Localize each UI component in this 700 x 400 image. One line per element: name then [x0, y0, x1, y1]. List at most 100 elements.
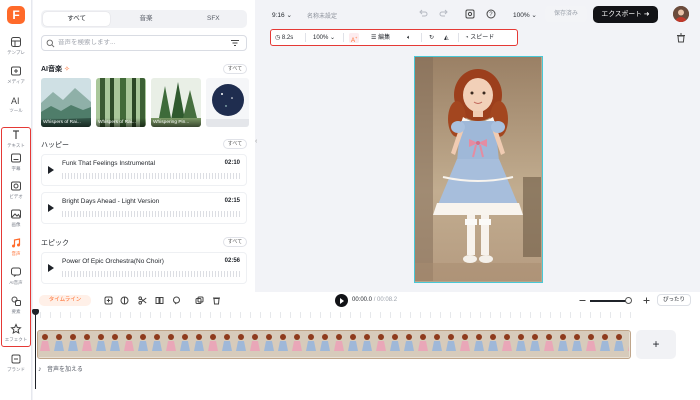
add-clip-button[interactable]: +	[636, 330, 676, 359]
panel-collapse-handle[interactable]: ‹	[255, 138, 261, 152]
audio-panel: すべて 音楽 SFX AI音楽 ✧ すべて Whispers of Rai...…	[33, 0, 255, 292]
tab-sfx[interactable]: SFX	[180, 10, 247, 28]
help-icon[interactable]: ?	[486, 9, 496, 19]
playhead[interactable]	[32, 309, 39, 389]
aspect-ratio-selector[interactable]: 9:16 ⌄	[272, 11, 292, 19]
zoom-selector[interactable]: 100% ⌄	[513, 11, 537, 19]
timeline-zoom-slider[interactable]	[590, 300, 630, 302]
volume-icon[interactable]: 🔈︎	[407, 33, 411, 43]
play-button[interactable]	[335, 294, 348, 307]
track-duration: 02:56	[224, 258, 240, 264]
tab-music[interactable]: 音楽	[112, 10, 179, 28]
ai-music-thumb[interactable]: Whispering Pin...	[151, 78, 201, 127]
app-logo[interactable]: F	[7, 6, 25, 24]
zoom-in-icon[interactable]	[642, 296, 651, 305]
delete-icon[interactable]	[212, 296, 221, 305]
flip-icon[interactable]: ◭	[444, 33, 449, 43]
export-button[interactable]: エクスポート ➜	[593, 6, 658, 23]
redo-icon[interactable]	[439, 9, 449, 19]
video-clip[interactable]	[37, 330, 631, 359]
video-canvas[interactable]	[414, 56, 543, 283]
waveform	[62, 271, 240, 277]
clip-frame	[178, 331, 192, 357]
avatar[interactable]	[673, 6, 689, 22]
add-icon[interactable]	[104, 296, 113, 305]
ai-voice-icon[interactable]	[172, 296, 181, 305]
play-icon[interactable]	[48, 204, 54, 212]
split-icon[interactable]	[120, 296, 129, 305]
track-item[interactable]: Power Of Epic Orchestra(No Choir) 02:56	[41, 252, 247, 284]
time-ruler[interactable]	[40, 312, 640, 318]
rail-item-tools[interactable]: AI ツール	[0, 94, 32, 120]
fit-button[interactable]: ぴったり	[657, 294, 691, 306]
sliders-icon: ☰	[371, 35, 377, 41]
ai-text-icon[interactable]: A+	[349, 33, 360, 44]
tab-all[interactable]: すべて	[43, 12, 111, 26]
clip-frame	[626, 331, 629, 357]
ai-music-thumb[interactable]	[206, 78, 249, 127]
panel-tabs: すべて 音楽 SFX	[41, 10, 247, 28]
track-item[interactable]: Bright Days Ahead - Light Version 02:15	[41, 192, 247, 224]
element-toolbar: ◷ 8.2s 100% ⌄ A+ ☰ 編集 🔈︎ ↻ ◭ ◔ スピード	[270, 29, 518, 46]
clip-frame	[528, 331, 542, 357]
clip-frame	[542, 331, 556, 357]
undo-icon[interactable]	[418, 9, 428, 19]
thumb-caption: Whispers of Rai...	[41, 118, 91, 127]
rotate-icon[interactable]: ↻	[429, 33, 434, 43]
ai-music-all-button[interactable]: すべて	[223, 64, 247, 74]
clip-frame	[584, 331, 598, 357]
track-item[interactable]: Funk That Feelings Instrumental 02:10	[41, 154, 247, 186]
edit-button[interactable]: ☰ 編集	[371, 33, 390, 43]
saved-status: 保存済み	[545, 6, 587, 22]
thumb-caption: Whispers of Rai...	[96, 118, 146, 127]
scissors-icon[interactable]	[138, 296, 147, 305]
add-audio-track[interactable]: ♪ 音声を加える	[37, 363, 169, 377]
timecode: 00:00.0 / 00:08.2	[352, 297, 398, 303]
clip-frame	[262, 331, 276, 357]
mirror-icon[interactable]	[155, 296, 164, 305]
screenshot-icon[interactable]	[465, 9, 475, 19]
clip-frame	[388, 331, 402, 357]
clip-frame	[66, 331, 80, 357]
rail-item-template[interactable]: テンプレ	[0, 36, 32, 62]
zoom-slider-handle[interactable]	[625, 297, 632, 304]
rail-highlight-box	[1, 127, 31, 347]
speed-button[interactable]: ◔ スピード	[465, 33, 494, 43]
clip-frame	[486, 331, 500, 357]
rail-item-media[interactable]: メディア	[0, 65, 32, 91]
track-name: Bright Days Ahead - Light Version	[62, 198, 160, 205]
clip-frame	[52, 331, 66, 357]
waveform	[62, 173, 240, 179]
timeline-toggle[interactable]: タイムライン	[39, 295, 91, 306]
duplicate-icon[interactable]	[195, 296, 204, 305]
ai-music-thumb[interactable]: Whispers of Rai...	[96, 78, 146, 127]
clip-frame	[500, 331, 514, 357]
scale-selector[interactable]: 100% ⌄	[313, 33, 335, 43]
audio-search-input[interactable]	[58, 39, 218, 46]
clip-frame	[332, 331, 346, 357]
clip-frame	[570, 331, 584, 357]
ai-music-thumb[interactable]: Whispers of Rai...	[41, 78, 91, 127]
project-name[interactable]: 名称未設定	[307, 11, 337, 20]
clip-frame	[290, 331, 304, 357]
rail-item-brand[interactable]: ブランド	[0, 353, 32, 379]
clip-frame	[248, 331, 262, 357]
clip-frame	[122, 331, 136, 357]
play-icon[interactable]	[48, 166, 54, 174]
filter-icon[interactable]	[230, 38, 240, 48]
thumb-caption: Whispering Pin...	[151, 118, 201, 127]
clip-frame	[472, 331, 486, 357]
music-note-icon: ♪	[38, 366, 42, 373]
epic-all-button[interactable]: すべて	[223, 237, 247, 247]
zoom-out-icon[interactable]	[578, 296, 587, 305]
rail-label: ブランド	[7, 367, 25, 372]
delete-icon[interactable]	[676, 33, 686, 43]
ai-tools-icon: AI	[11, 96, 20, 106]
duration-control[interactable]: ◷ 8.2s	[275, 33, 293, 43]
happy-all-button[interactable]: すべて	[223, 139, 247, 149]
media-icon	[11, 66, 21, 76]
brand-icon	[11, 354, 21, 364]
play-icon[interactable]	[48, 264, 54, 272]
audio-search-box	[41, 35, 247, 51]
clip-frame	[360, 331, 374, 357]
